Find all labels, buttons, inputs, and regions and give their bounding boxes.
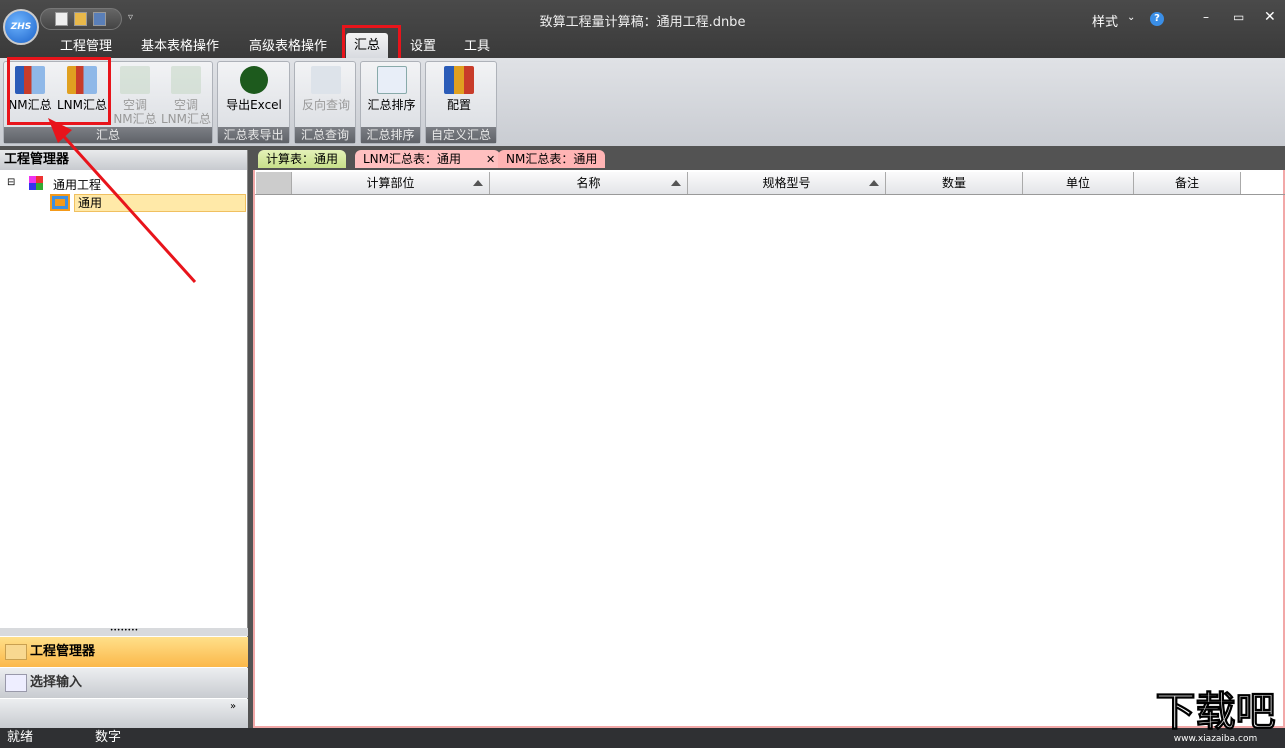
list-icon [5, 674, 27, 692]
status-bar: 就绪 数字 [0, 728, 1285, 748]
splitter-handle[interactable]: •••••••• [0, 628, 248, 636]
doc-tab-lnm[interactable]: LNM汇总表：通用 [355, 150, 500, 168]
sort-icon [869, 180, 879, 186]
sort-az-icon [376, 66, 407, 94]
status-mode: 数字 [95, 730, 122, 745]
group-label: 汇总排序 [361, 127, 420, 143]
help-icon[interactable]: ? [1150, 12, 1164, 26]
highlight-box-tab [342, 25, 401, 61]
reverse-query-button[interactable]: 反向查询 [297, 66, 355, 112]
nav-overflow-bar [0, 699, 248, 728]
watermark-logo: 下载吧 www.xiazaiba.com [1155, 689, 1276, 745]
ribbon-group-query: 反向查询 汇总查询 [294, 61, 356, 144]
sort-icon [671, 180, 681, 186]
magnifier-icon [311, 66, 341, 94]
close-button[interactable]: ✕ [1264, 9, 1276, 25]
summary-table: 计算部位 名称 规格型号 数量 单位 备注 [253, 170, 1285, 728]
column-header[interactable]: 计算部位 [292, 172, 490, 194]
nav-select-input[interactable]: 选择输入 [0, 668, 248, 698]
close-tab-icon[interactable]: ✕ [486, 153, 495, 166]
summary-sort-button[interactable]: 汇总排序 [363, 66, 420, 112]
column-header[interactable]: 名称 [490, 172, 688, 194]
maximize-button[interactable]: ▭ [1233, 10, 1244, 24]
chevron-down-icon[interactable]: ⌄ [1127, 12, 1135, 23]
config-chart-icon [444, 66, 474, 94]
column-header[interactable]: 数量 [886, 172, 1023, 194]
group-label: 汇总查询 [295, 127, 355, 143]
table-header: 计算部位 名称 规格型号 数量 单位 备注 [255, 172, 1285, 195]
status-ready: 就绪 [7, 730, 34, 745]
config-button[interactable]: 配置 [432, 66, 486, 112]
style-menu[interactable]: 样式 [1092, 11, 1118, 30]
ribbon-group-custom: 配置 自定义汇总 [425, 61, 497, 144]
column-header[interactable]: 规格型号 [688, 172, 886, 194]
tab-settings[interactable]: 设置 [410, 36, 436, 58]
doc-tab-nm[interactable]: NM汇总表：通用 [498, 150, 606, 168]
group-label: 自定义汇总 [426, 127, 496, 143]
column-header[interactable]: 单位 [1023, 172, 1134, 194]
minimize-button[interactable]: – [1203, 10, 1209, 24]
chevron-right-double-icon[interactable]: » [230, 701, 236, 712]
nav-project-manager[interactable]: 工程管理器 [0, 637, 248, 667]
sort-icon [473, 180, 483, 186]
annotation-arrow [48, 118, 197, 284]
folder-icon [5, 644, 27, 660]
column-header[interactable]: 备注 [1134, 172, 1241, 194]
tab-tools[interactable]: 工具 [464, 36, 490, 58]
ribbon-group-sort: 汇总排序 汇总排序 [360, 61, 421, 144]
